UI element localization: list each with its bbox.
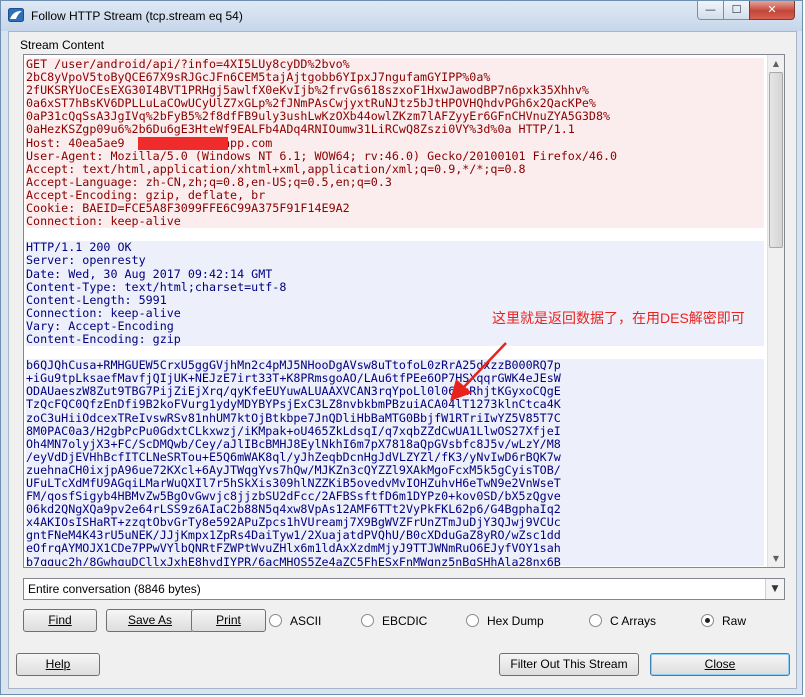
follow-stream-window: Follow HTTP Stream (tcp.stream eq 54) — … — [0, 0, 803, 695]
format-radio-ascii[interactable]: ASCII — [269, 614, 321, 630]
print-button[interactable]: Print — [191, 609, 266, 632]
response-header-line: Date: Wed, 30 Aug 2017 09:42:14 GMT — [26, 267, 764, 281]
filter-out-stream-button[interactable]: Filter Out This Stream — [499, 653, 639, 676]
radio-circle[interactable] — [466, 614, 479, 628]
response-body-line: Oh4MN7olyjX3+FC/ScDMQwb/Cey/aJlIBcBMHJ8E… — [26, 437, 764, 451]
request-line: User-Agent: Mozilla/5.0 (Windows NT 6.1;… — [26, 149, 764, 163]
format-radio-raw[interactable]: Raw — [701, 614, 746, 630]
vertical-scrollbar[interactable]: ▲ ▼ — [767, 55, 784, 567]
stream-content-textbox[interactable]: GET /user/android/api/?info=4XI5LUy8cyDD… — [23, 54, 785, 568]
conversation-select-value: Entire conversation (8846 bytes) — [28, 582, 201, 596]
request-host-line: Host: 40ea5ae9 app.com — [26, 136, 764, 150]
response-body-block: b6QJQhCusa+RMHGUEW5CrxU5ggGVjhMn2c4pMJ5N… — [26, 359, 764, 566]
dialog-client-area: Stream Content GET /user/android/api/?in… — [8, 31, 797, 689]
annotation-arrow-icon — [450, 342, 507, 401]
radio-label: C Arrays — [610, 614, 657, 628]
request-line: 0aHezKSZgp09u6%2b6Du6gE3HteWf9EALFb4ADq4… — [26, 123, 764, 137]
radio-circle[interactable] — [589, 614, 602, 628]
radio-label: Raw — [722, 614, 747, 628]
response-header-line: Server: openresty — [26, 254, 764, 268]
chevron-down-icon[interactable]: ▼ — [765, 579, 784, 599]
request-line: Connection: keep-alive — [26, 215, 764, 229]
scroll-down-arrow-icon[interactable]: ▼ — [768, 550, 784, 567]
help-button[interactable]: Help — [16, 653, 100, 676]
response-header-block: HTTP/1.1 200 OK Server: openresty Date: … — [26, 241, 764, 347]
response-body-line: zoC3uHiiOdcexTReIvswRSv81nhUM7ktOjBtkbpe… — [26, 411, 764, 425]
window-title: Follow HTTP Stream (tcp.stream eq 54) — [31, 9, 243, 23]
radio-label: ASCII — [290, 614, 322, 628]
redaction-mark — [138, 137, 228, 150]
request-line: Accept: text/html,application/xhtml+xml,… — [26, 162, 764, 176]
scroll-up-arrow-icon[interactable]: ▲ — [768, 55, 784, 72]
radio-label: EBCDIC — [382, 614, 428, 628]
maximize-button[interactable]: ☐ — [723, 1, 750, 20]
radio-circle[interactable] — [269, 614, 282, 628]
scrollbar-thumb[interactable] — [769, 72, 783, 248]
radio-circle[interactable] — [361, 614, 374, 628]
title-bar[interactable]: Follow HTTP Stream (tcp.stream eq 54) — … — [1, 1, 802, 31]
conversation-select[interactable]: Entire conversation (8846 bytes) ▼ — [23, 578, 785, 600]
response-header-line: Content-Type: text/html;charset=utf-8 — [26, 280, 764, 294]
response-body-line: TzQcFQC0QfzEnDfi9B2koFVurg1ydyMDYBYPsjEx… — [26, 398, 764, 412]
format-radio-c-arrays[interactable]: C Arrays — [589, 614, 656, 630]
request-block: GET /user/android/api/?info=4XI5LUy8cyDD… — [26, 58, 764, 229]
wireshark-fin-icon — [8, 8, 24, 22]
response-body-line: b7qguc2h/8GwhquDCllxJxhE8hvdIYPR/6acMHQS… — [26, 555, 764, 566]
response-body-line: /eyVdDjEVHhBcfITCLNeSRTou+E5Q6mWAK8ql/yJ… — [26, 450, 764, 464]
find-button[interactable]: Find — [23, 609, 97, 632]
stream-content-label: Stream Content — [20, 38, 105, 52]
radio-label: Hex Dump — [487, 614, 544, 628]
annotation-text: 这里就是返回数据了，在用DES解密即可 — [492, 310, 745, 326]
response-header-line: Content-Encoding: gzip — [26, 332, 764, 347]
close-window-button[interactable]: ✕ — [749, 1, 795, 20]
close-button[interactable]: Close — [650, 653, 790, 676]
radio-circle[interactable] — [701, 614, 714, 628]
response-header-line: Content-Length: 5991 — [26, 293, 764, 307]
request-line: Accept-Language: zh-CN,zh;q=0.8,en-US;q=… — [26, 175, 764, 189]
format-radio-ebcdic[interactable]: EBCDIC — [361, 614, 427, 630]
response-body-line: 8M0PAC0a3/H2gbPcPu0GdxtCLkxwzj/iKMpak+oU… — [26, 424, 764, 438]
minimize-button[interactable]: — — [697, 1, 724, 20]
response-body-line: eOfrqAYMOJX1CDe7PPwVYlbQNRtFZWPtWvuZHlx6… — [26, 542, 764, 556]
save-as-button[interactable]: Save As — [106, 609, 194, 632]
format-radio-hex-dump[interactable]: Hex Dump — [466, 614, 544, 630]
